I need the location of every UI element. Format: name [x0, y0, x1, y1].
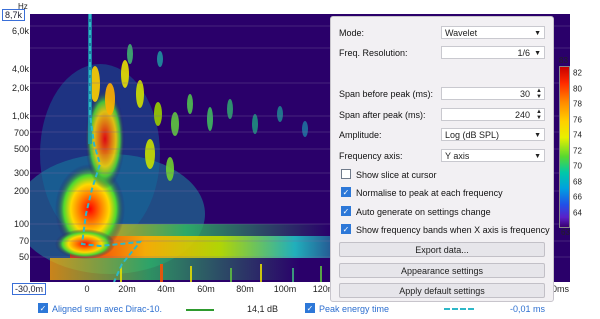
show-slice-label: Show slice at cursor — [356, 170, 437, 180]
y-axis-top-value[interactable]: 8,7k — [2, 9, 26, 21]
y-axis-tick-label: 70 — [18, 236, 29, 246]
show-bands-checkbox[interactable]: ✓ — [341, 224, 351, 234]
y-axis-tick-label: 50 — [18, 252, 29, 262]
chevron-down-icon: ▼ — [534, 132, 541, 139]
x-axis-tick-label: 60m — [197, 284, 215, 294]
y-axis-tick-label: 700 — [13, 128, 29, 138]
span-after-spinbox[interactable]: 240 ▲ ▼ — [441, 108, 545, 121]
series2-name[interactable]: Peak energy time — [319, 304, 389, 314]
frequency-axis-select[interactable]: Y axis ▼ — [441, 149, 545, 162]
chevron-down-icon: ▼ — [534, 30, 541, 37]
amplitude-label: Amplitude: — [339, 130, 382, 140]
normalise-label: Normalise to peak at each frequency — [356, 188, 503, 198]
span-after-value: 240 — [514, 110, 530, 120]
x-axis-tick-label: 0 — [84, 284, 90, 294]
span-after-label: Span after peak (ms): — [339, 110, 426, 120]
colorbar-tick-label: 68 — [573, 177, 582, 186]
x-axis-tick-label: 40m — [157, 284, 175, 294]
freq-resolution-label: Freq. Resolution: — [339, 48, 408, 58]
mode-label: Mode: — [339, 28, 365, 38]
colorbar-tick-label: 66 — [573, 192, 582, 202]
y-axis-tick-label: 1,0k — [11, 111, 29, 121]
chevron-down-icon: ▼ — [534, 50, 541, 57]
x-axis-tick-label: 20m — [118, 284, 136, 294]
mode-select[interactable]: Wavelet ▼ — [441, 26, 545, 39]
chevron-down-icon: ▼ — [534, 153, 541, 160]
legend-bar: ✓ Aligned sum avec Dirac-10. 14,1 dB ✓ P… — [0, 300, 600, 319]
colorbar-tick-label: 80 — [573, 84, 582, 93]
series1-checkbox[interactable]: ✓ — [38, 303, 48, 313]
series2-swatch — [444, 308, 474, 310]
x-axis-tick-label: 80m — [236, 284, 254, 294]
colorbar-top-label: 83 — [559, 56, 568, 65]
spinner-arrows-icon[interactable]: ▲ ▼ — [536, 109, 542, 121]
colorbar-tick-label: 78 — [573, 99, 582, 109]
colorbar-tick-label: 72 — [573, 146, 582, 155]
freq-resolution-select[interactable]: 1/6 ▼ — [441, 46, 545, 59]
y-axis-tick-label: 4,0k — [11, 64, 29, 74]
export-data-button[interactable]: Export data... — [339, 242, 545, 257]
y-axis-tick-label: 300 — [13, 168, 29, 178]
auto-generate-checkbox[interactable]: ✓ — [341, 206, 351, 216]
color-scale-bar — [559, 66, 570, 228]
colorbar-tick-label: 74 — [573, 130, 582, 140]
settings-panel: Mode: Wavelet ▼ Freq. Resolution: 1/6 ▼ … — [330, 16, 554, 302]
colorbar-tick-label: 70 — [573, 161, 582, 171]
y-axis-tick-label: 500 — [13, 144, 29, 154]
auto-generate-label: Auto generate on settings change — [356, 207, 491, 217]
x-axis-end-label: 0ms — [552, 284, 570, 294]
apply-default-settings-button[interactable]: Apply default settings — [339, 283, 545, 298]
span-before-label: Span before peak (ms): — [339, 89, 434, 99]
series1-name[interactable]: Aligned sum avec Dirac-10. — [52, 304, 162, 314]
span-before-spinbox[interactable]: 30 ▲ ▼ — [441, 87, 545, 100]
spinner-arrows-icon[interactable]: ▲ ▼ — [536, 88, 542, 100]
colorbar-tick-label: 76 — [573, 115, 582, 124]
freq-resolution-value: 1/6 — [517, 48, 530, 58]
colorbar-tick-label: 82 — [573, 68, 582, 78]
y-axis-tick-label: 200 — [13, 186, 29, 196]
amplitude-select[interactable]: Log (dB SPL) ▼ — [441, 128, 545, 141]
appearance-settings-button[interactable]: Appearance settings — [339, 263, 545, 278]
frequency-axis-label: Frequency axis: — [339, 151, 403, 161]
amplitude-value: Log (dB SPL) — [445, 130, 500, 140]
series2-checkbox[interactable]: ✓ — [305, 303, 315, 313]
normalise-checkbox[interactable]: ✓ — [341, 187, 351, 197]
series1-swatch — [186, 309, 214, 311]
frequency-axis-value: Y axis — [445, 151, 470, 161]
y-axis-tick-label: 100 — [13, 219, 29, 229]
y-axis-tick-label: 2,0k — [11, 83, 29, 93]
mode-value: Wavelet — [445, 28, 478, 38]
series2-value: -0,01 ms — [510, 304, 546, 314]
x-axis-start-value[interactable]: -30,0m — [12, 283, 47, 295]
series1-value: 14,1 dB — [247, 304, 279, 314]
colorbar-bottom-label: 63 — [561, 228, 570, 237]
show-bands-label: Show frequency bands when X axis is freq… — [356, 225, 550, 235]
x-axis-tick-label: 100m — [273, 284, 297, 294]
y-axis-tick-label: 6,0k — [11, 26, 29, 36]
show-slice-checkbox[interactable] — [341, 169, 351, 179]
span-before-value: 30 — [519, 89, 530, 99]
colorbar-tick-label: 64 — [573, 208, 582, 217]
